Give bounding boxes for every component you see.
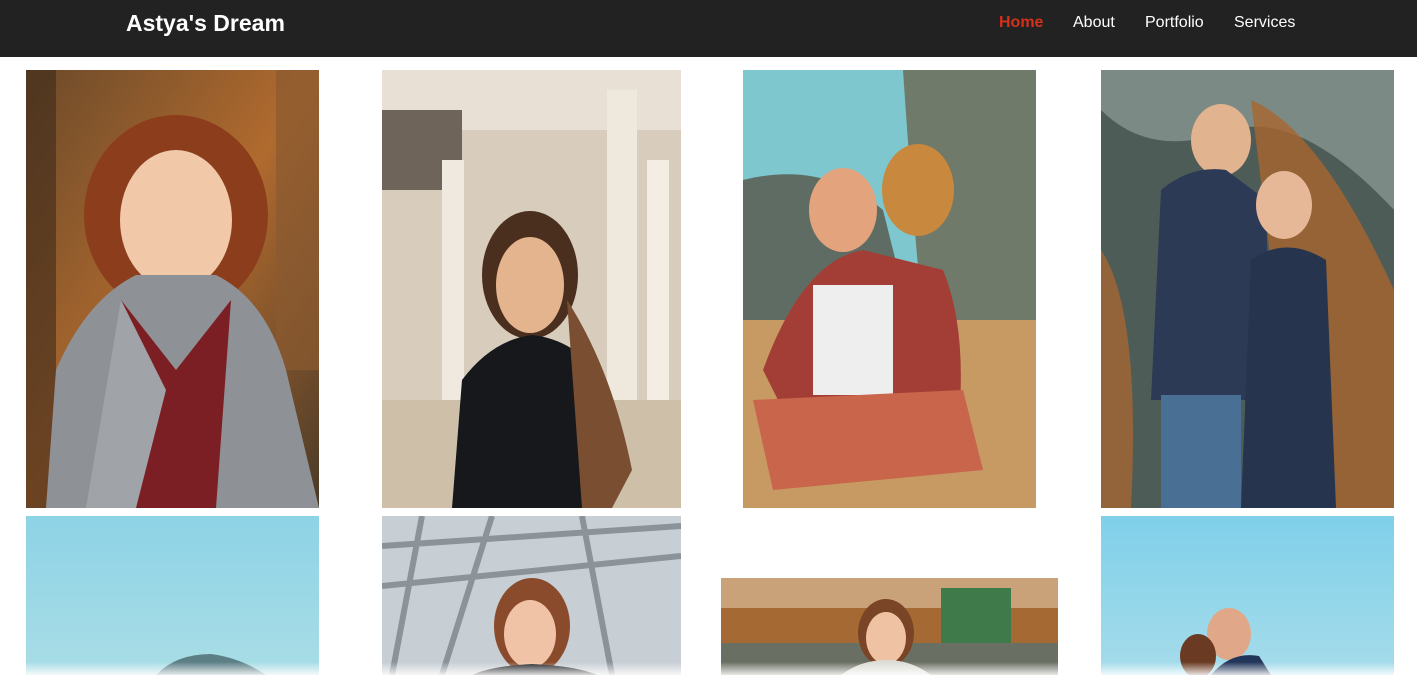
landscape-image	[1101, 516, 1394, 675]
nav-services-link[interactable]: Services	[1234, 13, 1295, 33]
top-navbar: Astya's Dream Home About Portfolio Servi…	[0, 0, 1417, 57]
gallery-photo-woman-museum[interactable]	[382, 70, 681, 508]
gallery-photo-woman-glass-roof[interactable]	[382, 516, 681, 675]
gallery-photo-couple-kiss[interactable]	[1101, 516, 1394, 675]
gallery-photo-couple-rock[interactable]	[1101, 70, 1394, 508]
gallery-photo-couple-seaside[interactable]	[743, 70, 1036, 508]
gallery-photo-woman-grey-coat[interactable]	[26, 70, 319, 508]
portrait-image	[1101, 70, 1394, 508]
portrait-image	[26, 70, 319, 508]
portrait-image	[382, 516, 681, 675]
landscape-image	[721, 578, 1058, 675]
portrait-image	[743, 70, 1036, 508]
portrait-image	[382, 70, 681, 508]
nav-portfolio-link[interactable]: Portfolio	[1145, 13, 1204, 33]
nav-about-link[interactable]: About	[1073, 13, 1115, 33]
gallery-photo-sea-island[interactable]	[26, 516, 319, 675]
gallery-photo-woman-autumn-lake[interactable]	[721, 578, 1058, 675]
site-brand[interactable]: Astya's Dream	[126, 9, 285, 37]
landscape-image	[26, 516, 319, 675]
nav-home-link[interactable]: Home	[999, 13, 1043, 33]
